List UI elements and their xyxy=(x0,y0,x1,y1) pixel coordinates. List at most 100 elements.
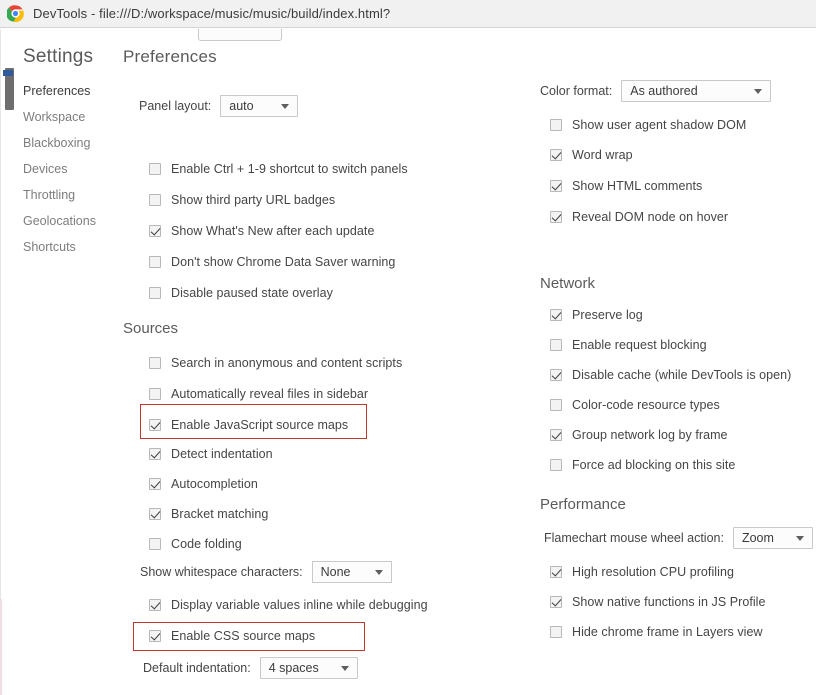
flamechart-wheel-action-value: Zoom xyxy=(741,531,774,545)
sidebar-item-geolocations[interactable]: Geolocations xyxy=(18,208,120,234)
checkbox-display-variable-values-inline[interactable] xyxy=(149,599,161,611)
checkbox-show-whats-new[interactable] xyxy=(149,225,161,237)
checkbox-row-detect-indentation[interactable]: Detect indentation xyxy=(149,446,273,462)
checkbox-row-dont-show-data-saver-warning[interactable]: Don't show Chrome Data Saver warning xyxy=(149,254,395,270)
checkbox-show-native-functions[interactable] xyxy=(550,596,562,608)
checkbox-row-word-wrap[interactable]: Word wrap xyxy=(550,147,633,163)
checkbox-autocompletion[interactable] xyxy=(149,478,161,490)
checkbox-reveal-dom-node-on-hover[interactable] xyxy=(550,211,562,223)
left-edge-divider-lower xyxy=(0,599,2,695)
color-format-label: Color format: xyxy=(540,84,613,98)
checkbox-label: Show What's New after each update xyxy=(171,224,375,238)
checkbox-detect-indentation[interactable] xyxy=(149,448,161,460)
chevron-down-icon xyxy=(340,666,349,671)
panel-layout-value: auto xyxy=(229,99,254,113)
show-whitespace-value: None xyxy=(320,565,351,579)
panel-layout-select[interactable]: auto xyxy=(220,95,299,117)
checkbox-row-reveal-dom-node-on-hover[interactable]: Reveal DOM node on hover xyxy=(550,209,728,225)
color-format-row: Color format: As authored xyxy=(540,80,772,102)
checkbox-label: Detect indentation xyxy=(171,447,273,461)
checkbox-row-autocompletion[interactable]: Autocompletion xyxy=(149,476,258,492)
checkbox-show-html-comments[interactable] xyxy=(550,180,562,192)
checkbox-row-preserve-log[interactable]: Preserve log xyxy=(550,307,643,323)
chevron-down-icon xyxy=(754,89,763,94)
checkbox-row-force-ad-blocking[interactable]: Force ad blocking on this site xyxy=(550,457,735,473)
checkbox-row-disable-paused-state-overlay[interactable]: Disable paused state overlay xyxy=(149,285,333,301)
checkbox-high-resolution-cpu-profiling[interactable] xyxy=(550,566,562,578)
sidebar-item-blackboxing[interactable]: Blackboxing xyxy=(18,130,120,156)
checkbox-search-anonymous-scripts[interactable] xyxy=(149,357,161,369)
checkbox-row-color-code-resource-types[interactable]: Color-code resource types xyxy=(550,397,720,413)
checkbox-label: Code folding xyxy=(171,537,242,551)
checkbox-row-disable-cache[interactable]: Disable cache (while DevTools is open) xyxy=(550,367,791,383)
checkbox-row-enable-css-source-maps[interactable]: Enable CSS source maps xyxy=(149,628,315,644)
checkbox-row-show-whats-new[interactable]: Show What's New after each update xyxy=(149,223,374,239)
checkbox-enable-css-source-maps[interactable] xyxy=(149,630,161,642)
checkbox-bracket-matching[interactable] xyxy=(149,508,161,520)
window-title-text: DevTools - file:///D:/workspace/music/mu… xyxy=(33,6,391,21)
default-indentation-select[interactable]: 4 spaces xyxy=(259,657,358,679)
default-indentation-label: Default indentation: xyxy=(143,661,251,675)
checkbox-show-third-party-url-badges[interactable] xyxy=(149,194,161,206)
checkbox-dont-show-data-saver-warning[interactable] xyxy=(149,256,161,268)
sidebar-item-workspace[interactable]: Workspace xyxy=(18,104,120,130)
checkbox-auto-reveal-files[interactable] xyxy=(149,388,161,400)
checkbox-label: Show user agent shadow DOM xyxy=(572,118,747,132)
checkbox-enable-ctrl-shortcut[interactable] xyxy=(149,163,161,175)
checkbox-label: Color-code resource types xyxy=(572,398,720,412)
checkbox-row-group-network-log-by-frame[interactable]: Group network log by frame xyxy=(550,427,728,443)
checkbox-row-auto-reveal-files[interactable]: Automatically reveal files in sidebar xyxy=(149,386,368,402)
checkbox-enable-javascript-source-maps[interactable] xyxy=(149,419,161,431)
flamechart-wheel-action-row: Flamechart mouse wheel action: Zoom xyxy=(544,527,813,549)
checkbox-force-ad-blocking[interactable] xyxy=(550,459,562,471)
show-whitespace-label: Show whitespace characters: xyxy=(140,565,303,579)
checkbox-row-code-folding[interactable]: Code folding xyxy=(149,536,242,552)
checkbox-row-enable-javascript-source-maps[interactable]: Enable JavaScript source maps xyxy=(149,417,348,433)
checkbox-row-enable-request-blocking[interactable]: Enable request blocking xyxy=(550,337,707,353)
checkbox-label: Show third party URL badges xyxy=(171,193,336,207)
checkbox-row-enable-ctrl-shortcut[interactable]: Enable Ctrl + 1-9 shortcut to switch pan… xyxy=(149,161,408,177)
show-whitespace-row: Show whitespace characters: None xyxy=(140,561,392,583)
vertical-scrollbar[interactable] xyxy=(3,29,14,695)
checkbox-row-show-third-party-url-badges[interactable]: Show third party URL badges xyxy=(149,192,335,208)
checkbox-enable-request-blocking[interactable] xyxy=(550,339,562,351)
checkbox-group-network-log-by-frame[interactable] xyxy=(550,429,562,441)
panel-layout-label: Panel layout: xyxy=(139,99,212,113)
checkbox-disable-cache[interactable] xyxy=(550,369,562,381)
checkbox-row-show-html-comments[interactable]: Show HTML comments xyxy=(550,178,702,194)
sidebar-item-list: Preferences Workspace Blackboxing Device… xyxy=(18,78,120,260)
checkbox-code-folding[interactable] xyxy=(149,538,161,550)
sidebar-item-devices[interactable]: Devices xyxy=(18,156,120,182)
checkbox-label: Autocompletion xyxy=(171,477,258,491)
checkbox-disable-paused-state-overlay[interactable] xyxy=(149,287,161,299)
show-whitespace-select[interactable]: None xyxy=(311,561,392,583)
checkbox-label: Show HTML comments xyxy=(572,179,703,193)
sidebar-item-throttling[interactable]: Throttling xyxy=(18,182,120,208)
color-format-select[interactable]: As authored xyxy=(621,80,772,102)
checkbox-color-code-resource-types[interactable] xyxy=(550,399,562,411)
checkbox-row-hide-chrome-frame-layers[interactable]: Hide chrome frame in Layers view xyxy=(550,624,763,640)
checkbox-hide-chrome-frame-layers[interactable] xyxy=(550,626,562,638)
checkbox-row-search-anonymous-scripts[interactable]: Search in anonymous and content scripts xyxy=(149,355,402,371)
checkbox-word-wrap[interactable] xyxy=(550,149,562,161)
checkbox-row-show-native-functions[interactable]: Show native functions in JS Profile xyxy=(550,594,766,610)
sidebar-item-preferences[interactable]: Preferences xyxy=(18,78,120,104)
checkbox-label: Word wrap xyxy=(572,148,633,162)
checkbox-show-user-agent-shadow-dom[interactable] xyxy=(550,119,562,131)
checkbox-label: Enable JavaScript source maps xyxy=(171,418,349,432)
checkbox-preserve-log[interactable] xyxy=(550,309,562,321)
section-title-network: Network xyxy=(540,275,596,292)
checkbox-row-bracket-matching[interactable]: Bracket matching xyxy=(149,506,268,522)
checkbox-row-high-resolution-cpu-profiling[interactable]: High resolution CPU profiling xyxy=(550,564,734,580)
chevron-down-icon xyxy=(374,570,383,575)
checkbox-label: Disable paused state overlay xyxy=(171,286,333,300)
checkbox-label: Search in anonymous and content scripts xyxy=(171,356,403,370)
checkbox-label: Automatically reveal files in sidebar xyxy=(171,387,369,401)
clipped-select-above[interactable] xyxy=(198,29,282,41)
checkbox-label: Enable CSS source maps xyxy=(171,629,316,643)
sidebar-item-shortcuts[interactable]: Shortcuts xyxy=(18,234,120,260)
default-indentation-row: Default indentation: 4 spaces xyxy=(143,657,358,679)
checkbox-row-display-variable-values-inline[interactable]: Display variable values inline while deb… xyxy=(149,597,428,613)
checkbox-row-show-user-agent-shadow-dom[interactable]: Show user agent shadow DOM xyxy=(550,117,746,133)
flamechart-wheel-action-select[interactable]: Zoom xyxy=(732,527,813,549)
